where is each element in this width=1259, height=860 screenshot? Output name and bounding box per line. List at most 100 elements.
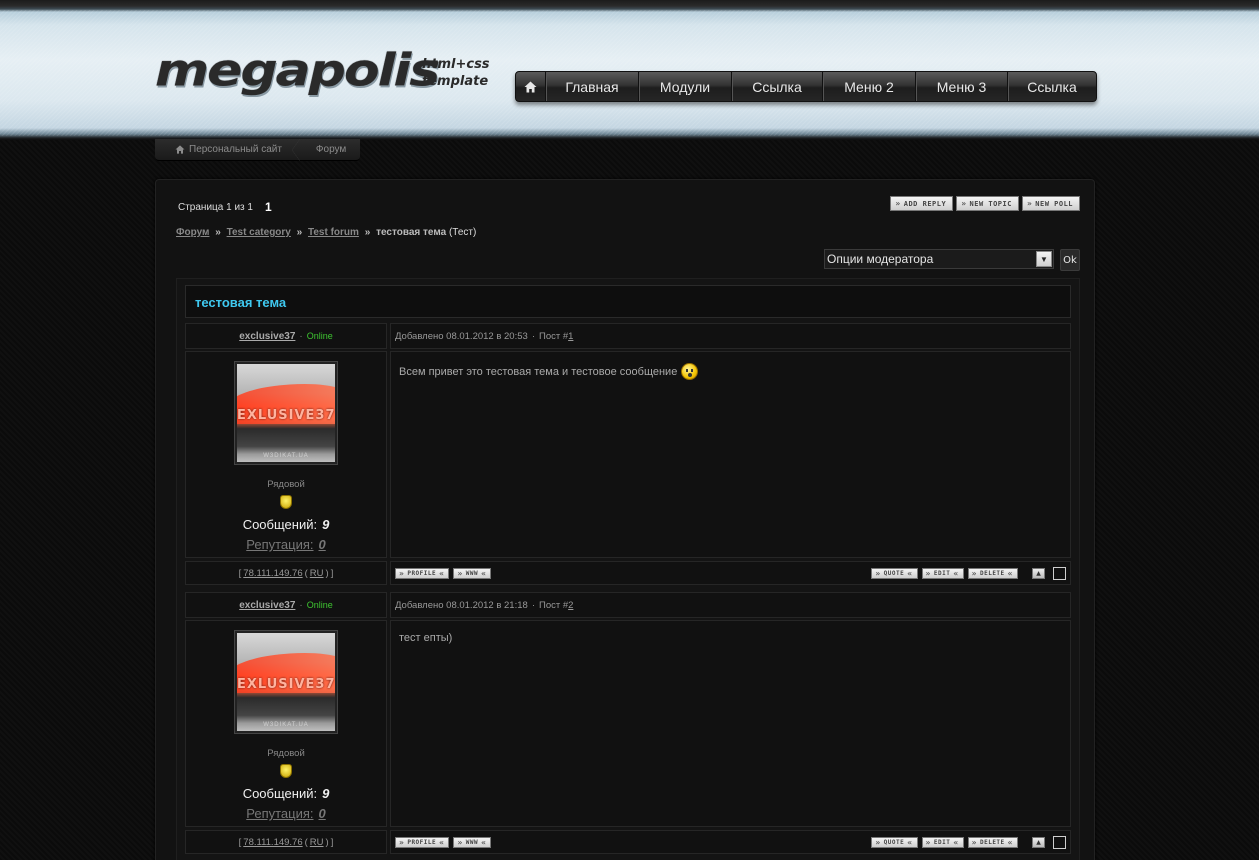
new-poll-button[interactable]: » NEW POLL — [1021, 196, 1080, 211]
reputation-value: 0 — [318, 806, 326, 821]
www-label: WWW — [465, 569, 479, 577]
nav-item-menu-2[interactable]: Меню 2 — [823, 72, 916, 101]
post-text: Всем привет это тестовая тема и тестовое… — [391, 352, 1070, 380]
username-link[interactable]: exclusive37 — [239, 331, 295, 342]
logo-subtitle: html+css template — [422, 56, 502, 90]
message-count: Сообщений: 9 — [243, 517, 330, 532]
reputation-link[interactable]: Репутация: 0 — [246, 537, 326, 552]
country-link[interactable]: RU — [310, 568, 324, 579]
separator-dot: · — [299, 330, 303, 342]
post-userinfo-cell: EXLUSIVE37 W3DIKAT.UA Рядовой Сообщений:… — [185, 351, 387, 558]
profile-button[interactable]: » PROFILE « — [395, 836, 450, 848]
ip-link[interactable]: 78.111.149.76 — [243, 837, 302, 848]
quote-label: QUOTE — [883, 838, 905, 846]
post-actions-right: » QUOTE « » EDIT « » DELETE « ▲ — [871, 835, 1066, 849]
post-author-cell: exclusive37 · Online — [185, 592, 387, 618]
post-actions: » PROFILE « » WWW « » QUOTE « » EDIT « » DELETE « … — [391, 831, 1070, 853]
online-status: Online — [306, 600, 333, 610]
home-icon — [175, 145, 185, 154]
nav-item-modules[interactable]: Модули — [639, 72, 732, 101]
scroll-top-button[interactable]: ▲ — [1032, 836, 1045, 848]
double-arrow-icon: » — [399, 837, 405, 847]
avatar-footer: W3DIKAT.UA — [263, 453, 309, 459]
path-subforum-link[interactable]: Test forum — [308, 227, 359, 238]
nav-item-main[interactable]: Главная — [546, 72, 639, 101]
delete-label: DELETE — [979, 569, 1005, 577]
select-post-checkbox[interactable] — [1053, 566, 1066, 580]
chevron-down-icon[interactable]: ▼ — [1036, 251, 1052, 267]
logo-wordmark: megapolis — [155, 45, 440, 97]
country-link[interactable]: RU — [310, 837, 324, 848]
edit-button[interactable]: » EDIT « — [921, 567, 964, 579]
add-reply-label: ADD REPLY — [903, 199, 947, 208]
scroll-top-button[interactable]: ▲ — [1032, 567, 1045, 579]
quote-button[interactable]: » QUOTE « — [871, 836, 918, 848]
post-date: Добавлено 08.01.2012 в 20:53 — [395, 330, 528, 342]
edit-button[interactable]: » EDIT « — [921, 836, 964, 848]
avatar-text: EXLUSIVE37 — [237, 408, 335, 423]
avatar[interactable]: EXLUSIVE37 W3DIKAT.UA — [234, 630, 338, 734]
post-actions-left: » PROFILE « » WWW « — [395, 567, 492, 579]
post-actions-right: » QUOTE « » EDIT « » DELETE « ▲ — [871, 566, 1066, 580]
profile-label: PROFILE — [407, 569, 437, 577]
site-header: megapolis html+css template Главная Моду… — [0, 0, 1259, 140]
post-body-cell: тест епты) — [390, 620, 1071, 827]
crumb-home[interactable]: Персональный сайт — [155, 139, 300, 161]
paren-open: ( — [304, 567, 308, 579]
path-forum-link[interactable]: Форум — [176, 227, 209, 238]
content-panel: Страница 1 из 1 1 » ADD REPLY » NEW TOPIC … — [155, 179, 1095, 860]
post-number-link[interactable]: 2 — [568, 600, 573, 611]
post-ip-cell: [ 78.111.149.76 (RU) ] — [185, 561, 387, 585]
nav-item-link-2[interactable]: Ссылка — [1008, 72, 1096, 101]
message-count: Сообщений: 9 — [243, 786, 330, 801]
www-label: WWW — [465, 838, 479, 846]
paren-open: ( — [304, 836, 308, 848]
double-arrow-left-icon: « — [439, 568, 445, 578]
post-number-link[interactable]: 1 — [568, 331, 573, 342]
ip-link[interactable]: 78.111.149.76 — [243, 568, 302, 579]
delete-button[interactable]: » DELETE « — [967, 836, 1018, 848]
logo-subtitle-line1: html+css — [422, 57, 490, 72]
post-meta: Добавлено 08.01.2012 в 21:18 · Пост #2 — [391, 593, 1070, 617]
double-arrow-icon: » — [875, 568, 881, 578]
add-reply-button[interactable]: » ADD REPLY — [890, 196, 954, 211]
new-topic-label: NEW TOPIC — [969, 199, 1012, 208]
double-arrow-icon: » — [925, 837, 931, 847]
bracket-open: [ — [238, 567, 242, 579]
avatar-image: EXLUSIVE37 W3DIKAT.UA — [237, 633, 335, 731]
new-poll-label: NEW POLL — [1035, 199, 1073, 208]
double-arrow-icon: » — [457, 837, 463, 847]
separator-dot: · — [531, 330, 535, 342]
double-arrow-left-icon: « — [1007, 837, 1013, 847]
post-author: exclusive37 · Online — [186, 593, 386, 617]
path-category-link[interactable]: Test category — [227, 227, 291, 238]
post-ip: [ 78.111.149.76 (RU) ] — [186, 831, 386, 853]
avatar[interactable]: EXLUSIVE37 W3DIKAT.UA — [234, 361, 338, 465]
pager-current-page[interactable]: 1 — [265, 200, 272, 214]
rank-badge-icon — [280, 764, 292, 778]
select-post-checkbox[interactable] — [1053, 835, 1066, 849]
crumb-forum[interactable]: Форум — [295, 139, 361, 161]
post-meta: Добавлено 08.01.2012 в 20:53 · Пост #1 — [391, 324, 1070, 348]
www-button[interactable]: » WWW « — [453, 567, 492, 579]
profile-button[interactable]: » PROFILE « — [395, 567, 450, 579]
moderator-ok-button[interactable]: Ok — [1060, 249, 1080, 271]
quote-button[interactable]: » QUOTE « — [871, 567, 918, 579]
delete-button[interactable]: » DELETE « — [967, 567, 1018, 579]
nav-item-menu-3[interactable]: Меню 3 — [916, 72, 1008, 101]
surprised-smiley-icon — [681, 363, 699, 380]
new-topic-button[interactable]: » NEW TOPIC — [956, 196, 1019, 211]
double-arrow-icon: » — [961, 199, 967, 208]
message-count-value: 9 — [322, 517, 330, 532]
www-button[interactable]: » WWW « — [453, 836, 492, 848]
nav-home-button[interactable] — [516, 72, 546, 101]
nav-item-link-1[interactable]: Ссылка — [732, 72, 823, 101]
reputation-link[interactable]: Репутация: 0 — [246, 806, 326, 821]
double-arrow-left-icon: « — [953, 837, 959, 847]
post-ip: [ 78.111.149.76 (RU) ] — [186, 562, 386, 584]
path-separator: » — [215, 227, 221, 238]
reputation-label: Репутация: — [246, 537, 314, 552]
moderator-options-select[interactable]: Опции модератора ▼ — [824, 249, 1054, 269]
logo-subtitle-line2: template — [422, 74, 489, 89]
username-link[interactable]: exclusive37 — [239, 600, 295, 611]
